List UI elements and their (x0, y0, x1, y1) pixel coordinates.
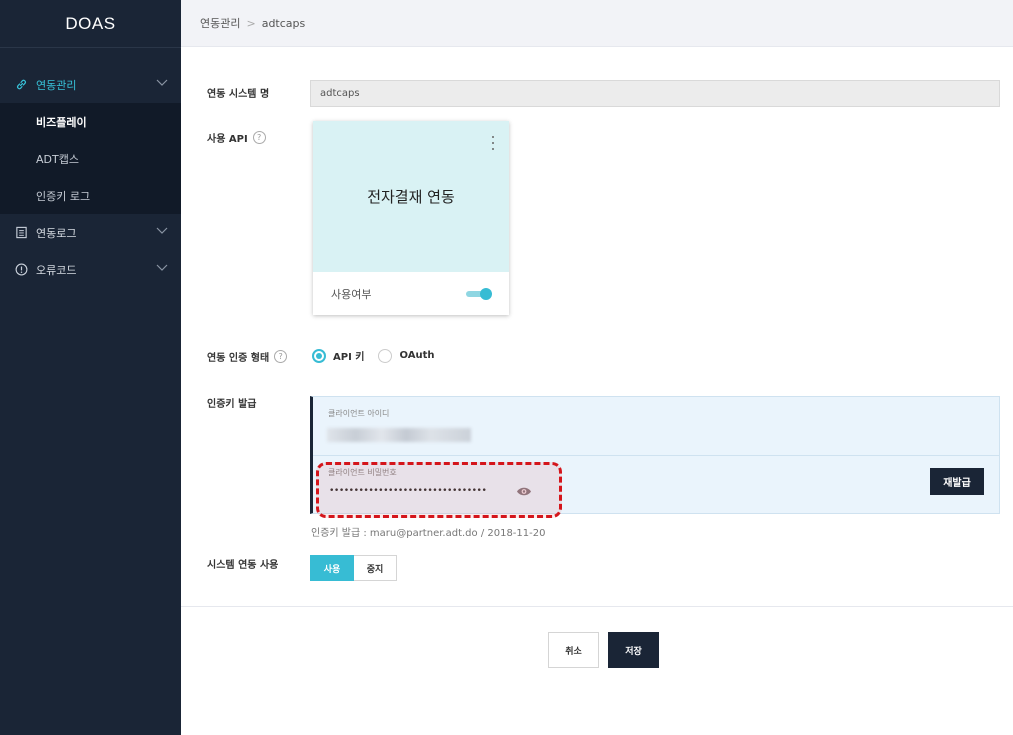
sidebar-item-integration-log[interactable]: 연동로그 (0, 214, 181, 251)
api-card-title: 전자결재 연동 (367, 188, 455, 206)
system-name-label-text: 연동 시스템 명 (207, 89, 270, 100)
breadcrumb-parent[interactable]: 연동관리 (200, 15, 240, 31)
sidebar-item-label: 연동관리 (36, 78, 77, 92)
auth-type-option-api-key[interactable]: API 키 (312, 348, 364, 363)
radio-label: OAuth (399, 350, 435, 361)
auth-type-option-oauth[interactable]: OAuth (378, 348, 435, 363)
alert-circle-icon (14, 263, 28, 277)
system-name-field: adtcaps (310, 80, 1000, 107)
radio-label: API 키 (333, 352, 365, 363)
save-button[interactable]: 저장 (608, 632, 659, 668)
reissue-button[interactable]: 재발급 (930, 468, 984, 495)
sidebar-menu: 연동관리 비즈플레이 ADT캡스 인증키 로그 연동로그 오류코드 (0, 66, 181, 288)
client-id-row: 클라이언트 아이디 (313, 397, 999, 456)
help-icon[interactable]: ? (252, 131, 266, 144)
sidebar: DOAS 연동관리 비즈플레이 ADT캡스 인증키 로그 연동로그 오류코드 (0, 0, 181, 735)
sidebar-subitem-bizplay[interactable]: 비즈플레이 (0, 103, 181, 140)
sidebar-item-error-code[interactable]: 오류코드 (0, 251, 181, 288)
sidebar-item-label: 오류코드 (36, 263, 77, 277)
auth-type-label-text: 연동 인증 형태 (207, 353, 270, 364)
system-name-label: 연동 시스템 명 (207, 85, 269, 100)
breadcrumb-separator: > (246, 16, 256, 30)
used-api-label: 사용 API ? (207, 130, 266, 145)
key-issue-label-text: 인증키 발급 (207, 399, 257, 410)
system-use-segmented: 사용 중지 (310, 555, 397, 581)
api-card-header: 전자결재 연동 (313, 121, 509, 272)
brand-logo[interactable]: DOAS (0, 0, 181, 48)
chevron-down-icon (156, 262, 168, 275)
help-icon[interactable]: ? (274, 350, 288, 363)
link-icon (14, 78, 28, 92)
auth-type-radio-group: API 키 OAuth (312, 348, 448, 363)
chevron-up-icon (156, 77, 168, 90)
more-vertical-icon[interactable] (491, 136, 495, 150)
used-api-label-text: 사용 API (207, 134, 248, 145)
secret-highlight-annotation (316, 462, 562, 518)
client-id-value-blurred (327, 428, 471, 442)
breadcrumb-current: adtcaps (261, 16, 306, 30)
key-issued-info: 인증키 발급 : maru@partner.adt.do / 2018-11-2… (311, 528, 546, 539)
sidebar-item-integration[interactable]: 연동관리 (0, 66, 181, 103)
document-icon (14, 226, 28, 240)
system-use-on-button[interactable]: 사용 (310, 555, 354, 581)
radio-unchecked[interactable] (378, 348, 393, 363)
api-card-footer: 사용여부 (313, 272, 509, 315)
breadcrumb: 연동관리 > adtcaps (181, 0, 1013, 47)
api-use-label: 사용여부 (331, 287, 372, 301)
auth-type-label: 연동 인증 형태 ? (207, 349, 288, 364)
client-id-label: 클라이언트 아이디 (328, 409, 390, 418)
sidebar-subitem-auth-key-log[interactable]: 인증키 로그 (0, 177, 181, 214)
key-issue-label: 인증키 발급 (207, 395, 256, 410)
cancel-button[interactable]: 취소 (548, 632, 599, 668)
system-use-off-button[interactable]: 중지 (354, 555, 397, 581)
radio-checked[interactable] (312, 348, 326, 363)
system-name-value: adtcaps (320, 88, 360, 99)
reissue-label: 재발급 (943, 478, 971, 489)
system-use-label: 시스템 연동 사용 (207, 556, 278, 571)
sidebar-subitem-adtcaps[interactable]: ADT캡스 (0, 140, 181, 177)
api-use-toggle[interactable] (466, 287, 492, 300)
submenu-integration: 비즈플레이 ADT캡스 인증키 로그 (0, 103, 181, 214)
sidebar-item-label: 연동로그 (36, 226, 77, 240)
divider (181, 606, 1013, 607)
toggle-knob (480, 287, 492, 300)
api-card: 전자결재 연동 사용여부 (313, 121, 509, 315)
chevron-down-icon (156, 225, 168, 238)
system-use-label-text: 시스템 연동 사용 (207, 560, 279, 571)
